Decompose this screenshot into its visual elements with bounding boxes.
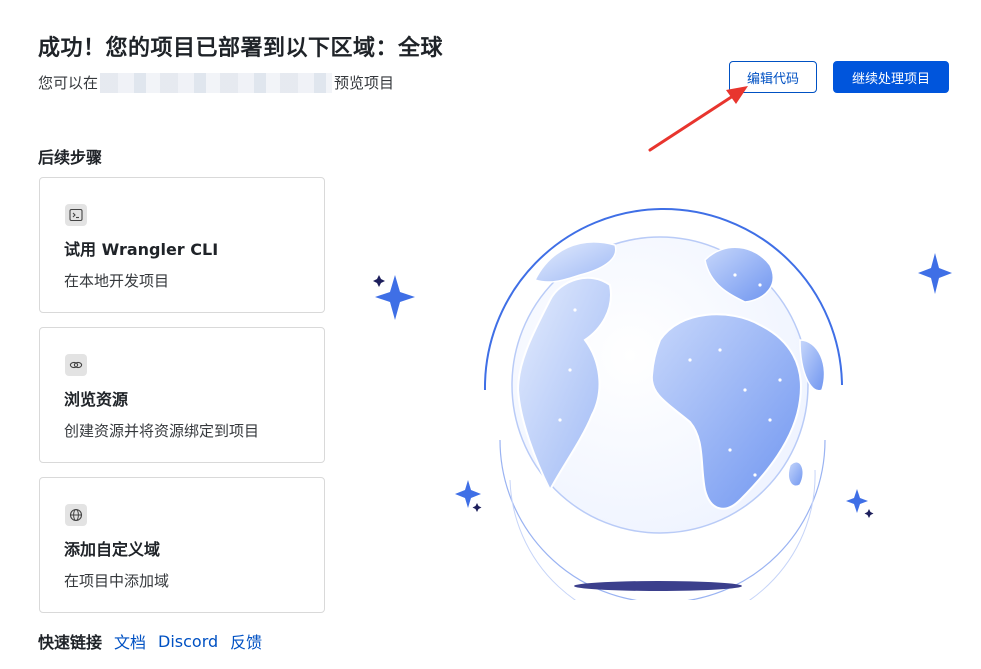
card-browse-resources[interactable]: 浏览资源 创建资源并将资源绑定到项目 <box>39 327 325 463</box>
subtitle-prefix: 您可以在 <box>38 74 99 92</box>
discord-link[interactable]: Discord <box>158 632 218 651</box>
card-title: 浏览资源 <box>64 390 129 409</box>
continue-project-button[interactable]: 继续处理项目 <box>833 61 949 93</box>
docs-link[interactable]: 文档 <box>114 629 146 653</box>
link-icon <box>65 354 87 376</box>
globe-illustration <box>373 208 952 600</box>
redacted-preview-url[interactable] <box>100 72 333 93</box>
card-title: 试用 Wrangler CLI <box>64 240 219 259</box>
feedback-link[interactable]: 反馈 <box>230 629 262 653</box>
subtitle-suffix: 预览项目 <box>334 74 395 92</box>
quick-links-label: 快速链接 <box>38 633 103 652</box>
page-title: 成功！您的项目已部署到以下区域：全球 <box>38 36 444 61</box>
card-wrangler-cli[interactable]: 试用 Wrangler CLI 在本地开发项目 <box>39 177 325 313</box>
annotation-arrow <box>648 86 748 152</box>
preview-subtitle: 您可以在 预览项目 <box>38 72 394 93</box>
quick-links: 快速链接 文档 Discord 反馈 <box>38 629 262 653</box>
globe-icon <box>65 504 87 526</box>
next-steps-heading: 后续步骤 <box>38 148 103 167</box>
terminal-icon <box>65 204 87 226</box>
card-description: 创建资源并将资源绑定到项目 <box>64 422 260 440</box>
card-description: 在项目中添加域 <box>64 572 170 590</box>
card-description: 在本地开发项目 <box>64 272 170 290</box>
card-custom-domain[interactable]: 添加自定义域 在项目中添加域 <box>39 477 325 613</box>
card-title: 添加自定义域 <box>64 540 161 559</box>
